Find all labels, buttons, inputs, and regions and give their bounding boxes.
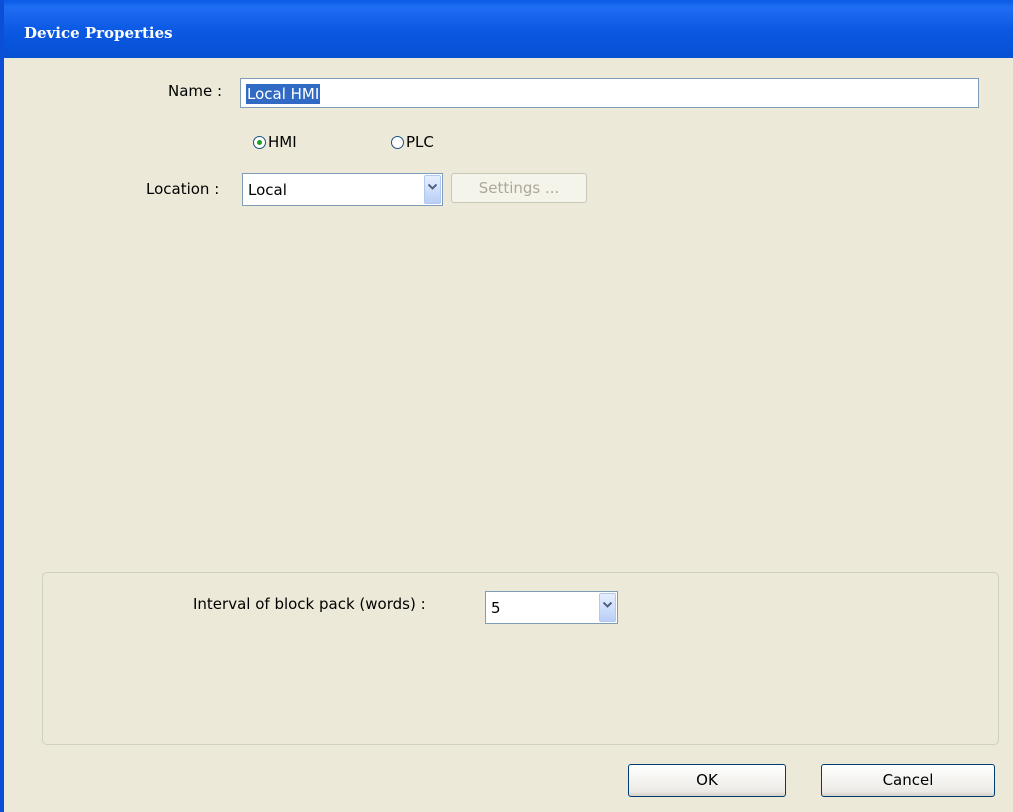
block-pack-select[interactable]: 5 [485,591,618,624]
location-label: Location : [146,180,220,198]
ok-button[interactable]: OK [628,764,786,797]
name-input-value: Local HMI [246,84,321,104]
chevron-down-icon[interactable] [424,175,441,204]
location-select-value: Local [248,181,287,199]
dialog-body: Name : Local HMI HMI PLC Location : Loca… [8,58,1013,812]
device-properties-dialog: Device Properties Name : Local HMI HMI P… [0,0,1013,812]
title-bar[interactable]: Device Properties [4,0,1013,58]
block-pack-select-value: 5 [491,599,501,617]
dialog-title: Device Properties [24,24,173,42]
radio-selected-dot [257,140,262,145]
hmi-radio-label[interactable]: HMI [268,133,297,151]
block-pack-group: Interval of block pack (words) : 5 [42,572,999,745]
chevron-down-icon[interactable] [599,593,616,622]
hmi-radio[interactable] [253,136,266,149]
name-label: Name : [168,82,223,100]
location-select[interactable]: Local [242,173,443,206]
name-input[interactable]: Local HMI [240,78,979,108]
settings-button[interactable]: Settings ... [451,173,587,203]
cancel-button[interactable]: Cancel [821,764,995,797]
plc-radio-label[interactable]: PLC [406,133,434,151]
plc-radio[interactable] [391,136,404,149]
block-pack-label: Interval of block pack (words) : [193,595,426,613]
